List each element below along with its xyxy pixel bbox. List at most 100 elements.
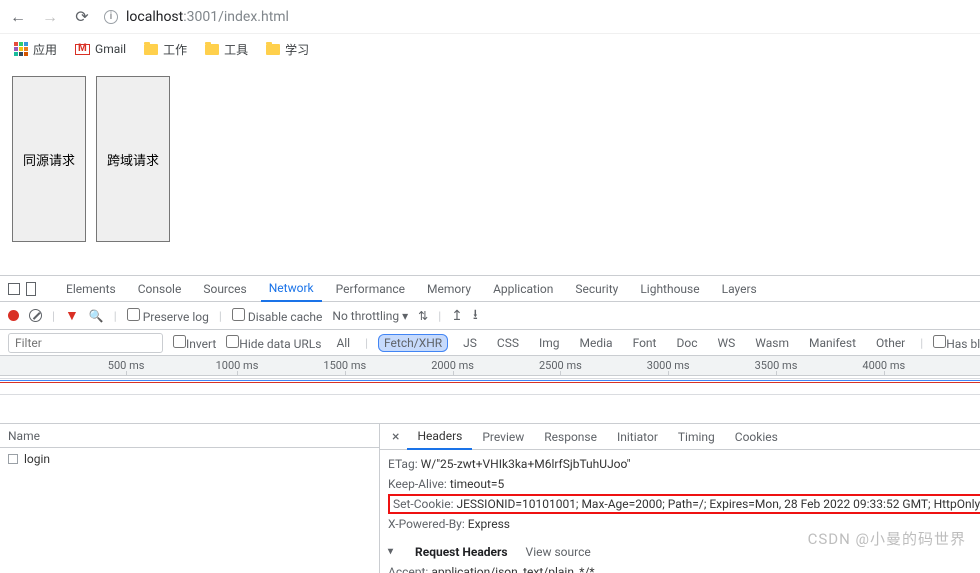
has-blocked-cookies-checkbox[interactable]: Has blocked cookies: [933, 335, 980, 351]
waterfall-tick: 500 ms: [108, 359, 145, 372]
tab-lighthouse[interactable]: Lighthouse: [632, 277, 707, 301]
filter-type-wasm[interactable]: Wasm: [750, 335, 794, 351]
header-value: application/json, text/plain, */*: [431, 565, 594, 573]
tab-performance[interactable]: Performance: [328, 277, 413, 301]
tab-network[interactable]: Network: [261, 276, 322, 302]
filter-type-fetchxhr[interactable]: Fetch/XHR: [378, 334, 448, 352]
preserve-log-checkbox[interactable]: Preserve log: [127, 308, 209, 324]
network-filter-bar: Invert Hide data URLs All | Fetch/XHR JS…: [0, 330, 980, 356]
header-value: timeout=5: [450, 477, 504, 491]
preserve-log-label: Preserve log: [143, 310, 209, 324]
url-bar[interactable]: i localhost:3001/index.html: [104, 9, 972, 25]
inspect-icon[interactable]: [8, 283, 20, 295]
gmail-icon: [75, 44, 90, 55]
waterfall-tick: 2000 ms: [431, 359, 474, 372]
header-accept: Accept: application/json, text/plain, */…: [388, 562, 972, 573]
invert-checkbox[interactable]: Invert: [173, 335, 216, 351]
clear-icon[interactable]: [29, 309, 42, 322]
filter-type-css[interactable]: CSS: [492, 335, 524, 351]
filter-type-img[interactable]: Img: [534, 335, 565, 351]
page-body: 同源请求 跨域请求: [0, 64, 980, 254]
browser-toolbar: ← → ⟳ i localhost:3001/index.html: [0, 0, 980, 34]
tab-initiator[interactable]: Initiator: [607, 425, 668, 449]
bookmark-work[interactable]: 工作: [144, 41, 187, 58]
disable-cache-checkbox[interactable]: Disable cache: [232, 308, 323, 324]
throttling-label: No throttling: [332, 309, 399, 323]
header-key: ETag:: [388, 457, 418, 471]
network-toolbar: | ▼ 🔍 | Preserve log | Disable cache No …: [0, 302, 980, 330]
back-icon[interactable]: ←: [8, 7, 28, 27]
tab-layers[interactable]: Layers: [714, 277, 765, 301]
filter-type-other[interactable]: Other: [871, 335, 910, 351]
tab-cookies[interactable]: Cookies: [725, 425, 788, 449]
header-key: Keep-Alive:: [388, 477, 447, 491]
header-key: Set-Cookie:: [393, 497, 454, 511]
tab-application[interactable]: Application: [485, 277, 561, 301]
tab-security[interactable]: Security: [567, 277, 626, 301]
throttling-select[interactable]: No throttling ▾: [332, 309, 408, 323]
filter-type-manifest[interactable]: Manifest: [804, 335, 861, 351]
devtools-panel: Elements Console Sources Network Perform…: [0, 275, 980, 573]
header-key: Accept:: [388, 565, 428, 573]
same-origin-button[interactable]: 同源请求: [12, 76, 86, 242]
filter-type-js[interactable]: JS: [458, 335, 482, 351]
network-conditions-icon[interactable]: [418, 309, 428, 323]
headers-pane: ETag: W/"25-zwt+VHIk3ka+M6lrfSjbTuhUJoo"…: [380, 450, 980, 573]
device-toolbar-icon[interactable]: [26, 282, 36, 296]
download-har-icon[interactable]: [473, 304, 478, 328]
has-blocked-cookies-label: Has blocked cookies: [946, 337, 980, 351]
bookmark-work-label: 工作: [163, 41, 187, 58]
name-column-header[interactable]: Name: [0, 424, 379, 448]
tab-response[interactable]: Response: [534, 425, 607, 449]
reload-icon[interactable]: ⟳: [72, 7, 92, 26]
record-icon[interactable]: [8, 310, 19, 321]
waterfall-canvas[interactable]: [0, 376, 980, 424]
url-host: localhost: [126, 9, 183, 25]
header-value: W/"25-zwt+VHIk3ka+M6lrfSjbTuhUJoo": [421, 457, 631, 471]
tab-preview[interactable]: Preview: [472, 425, 534, 449]
search-icon[interactable]: 🔍: [89, 309, 104, 323]
filter-type-doc[interactable]: Doc: [671, 335, 702, 351]
waterfall-tick: 3500 ms: [755, 359, 798, 372]
section-title: Request Headers: [415, 542, 508, 562]
view-source-link[interactable]: View source: [526, 542, 591, 562]
network-request-list: Name login: [0, 424, 380, 573]
header-keep-alive: Keep-Alive: timeout=5: [388, 474, 972, 494]
bookmark-tools[interactable]: 工具: [205, 41, 248, 58]
apps-label: 应用: [33, 41, 57, 58]
bookmark-study[interactable]: 学习: [266, 41, 309, 58]
filter-input[interactable]: [8, 333, 163, 353]
filter-toggle-icon[interactable]: ▼: [65, 307, 79, 324]
tab-timing[interactable]: Timing: [668, 425, 725, 449]
tab-sources[interactable]: Sources: [195, 277, 254, 301]
request-row-login[interactable]: login: [0, 448, 379, 470]
forward-icon[interactable]: →: [40, 7, 60, 27]
close-icon[interactable]: ×: [384, 429, 407, 445]
detail-tabs: × Headers Preview Response Initiator Tim…: [380, 424, 980, 450]
apps-shortcut[interactable]: 应用: [14, 41, 57, 58]
tab-headers[interactable]: Headers: [407, 424, 472, 450]
request-name: login: [24, 452, 50, 466]
gmail-label: Gmail: [95, 42, 126, 56]
folder-icon: [266, 44, 280, 55]
tab-console[interactable]: Console: [130, 277, 190, 301]
site-info-icon[interactable]: i: [104, 10, 118, 24]
filter-type-font[interactable]: Font: [628, 335, 662, 351]
waterfall-tick: 4000 ms: [862, 359, 905, 372]
filter-type-ws[interactable]: WS: [712, 335, 740, 351]
url-path: :3001/index.html: [183, 9, 289, 25]
tab-elements[interactable]: Elements: [58, 277, 124, 301]
header-etag: ETag: W/"25-zwt+VHIk3ka+M6lrfSjbTuhUJoo": [388, 454, 972, 474]
bookmark-gmail[interactable]: Gmail: [75, 42, 126, 56]
filter-type-all[interactable]: All: [331, 335, 355, 351]
bookmark-tools-label: 工具: [224, 41, 248, 58]
waterfall-header[interactable]: 500 ms 1000 ms 1500 ms 2000 ms 2500 ms 3…: [0, 356, 980, 376]
hide-data-urls-label: Hide data URLs: [239, 337, 321, 351]
hide-data-urls-checkbox[interactable]: Hide data URLs: [226, 335, 321, 351]
upload-har-icon[interactable]: [451, 308, 463, 324]
tab-memory[interactable]: Memory: [419, 277, 479, 301]
filter-type-media[interactable]: Media: [575, 335, 618, 351]
cross-origin-button[interactable]: 跨域请求: [96, 76, 170, 242]
invert-label: Invert: [186, 337, 216, 351]
request-headers-section[interactable]: Request Headers View source: [388, 542, 972, 562]
